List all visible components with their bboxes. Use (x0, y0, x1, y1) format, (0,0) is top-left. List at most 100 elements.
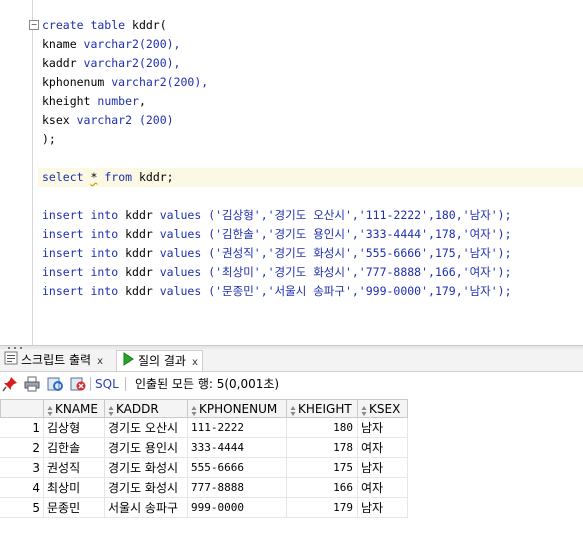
cell-kaddr[interactable]: 경기도 오산시 (105, 418, 188, 438)
pin-icon[interactable] (2, 376, 18, 392)
code-line[interactable]: insert into kddr values ('김한솔','경기도 용인시'… (42, 225, 512, 244)
code-token: kddr; (138, 170, 174, 184)
cell-kphonenum[interactable]: 555-6666 (188, 458, 287, 478)
tab-label: 질의 결과 (138, 354, 186, 368)
script-output-icon (4, 351, 18, 371)
code-line[interactable]: insert into kddr values ('김상형','경기도 오산시'… (42, 206, 512, 225)
cell-kphonenum[interactable]: 111-2222 (188, 418, 287, 438)
code-token: kname (42, 37, 84, 51)
tab-script-output[interactable]: 스크립트 출력 x (0, 350, 107, 370)
fold-toggle-icon[interactable]: − (29, 20, 39, 30)
cell-kname[interactable]: 최상미 (44, 478, 105, 498)
tab-label: 스크립트 출력 (21, 353, 92, 367)
cell-kphonenum[interactable]: 333-4444 (188, 438, 287, 458)
cell-kheight[interactable]: 178 (287, 438, 358, 458)
code-token: kddr (125, 227, 160, 241)
code-token: ksex (42, 113, 77, 127)
column-header-kphonenum[interactable]: KPHONENUM (188, 399, 287, 418)
code-token: select (42, 170, 91, 184)
cell-ksex[interactable]: 여자 (358, 478, 408, 498)
code-line[interactable]: ksex varchar2 (200) (42, 111, 174, 130)
cell-kname[interactable]: 문종민 (44, 498, 105, 518)
cell-ksex[interactable]: 남자 (358, 498, 408, 518)
code-token: varchar2 (111, 75, 167, 89)
code-line[interactable]: insert into kddr values ('최상미','경기도 화성시'… (42, 263, 512, 282)
refresh-icon[interactable] (47, 376, 63, 392)
code-token: create table (42, 18, 133, 32)
row-number: 5 (0, 498, 44, 518)
code-token: insert into (42, 208, 126, 222)
sort-icon (47, 404, 53, 416)
row-number: 2 (0, 438, 44, 458)
row-number: 4 (0, 478, 44, 498)
sql-editor[interactable]: − create table kddr(kname varchar2(200),… (0, 0, 583, 345)
cell-kname[interactable]: 김상형 (44, 418, 105, 438)
code-token: ); (42, 132, 56, 146)
cell-kaddr[interactable]: 서울시 송파구 (105, 498, 188, 518)
code-token: kaddr (42, 56, 84, 70)
code-token: values (159, 265, 209, 279)
column-header-kheight[interactable]: KHEIGHT (287, 399, 358, 418)
cell-kname[interactable]: 김한솔 (44, 438, 105, 458)
code-token: insert into (42, 227, 126, 241)
tab-query-result[interactable]: 질의 결과 x (116, 350, 203, 371)
code-line[interactable]: insert into kddr values ('문종민','서울시 송파구'… (42, 282, 512, 301)
column-label: KPHONENUM (199, 402, 278, 416)
result-toolbar: SQL 인출된 모든 행: 5(0,001초) (0, 372, 583, 396)
code-token: kddr (125, 208, 160, 222)
code-line[interactable]: kaddr varchar2(200), (42, 54, 180, 73)
gutter-divider (32, 0, 33, 345)
row-number: 3 (0, 458, 44, 478)
cell-kheight[interactable]: 180 (287, 418, 358, 438)
cell-ksex[interactable]: 여자 (358, 438, 408, 458)
code-token: varchar2 (83, 56, 139, 70)
code-line[interactable]: select * from kddr; (38, 168, 583, 187)
code-line[interactable]: kname varchar2(200), (42, 35, 180, 54)
column-header-kaddr[interactable]: KADDR (105, 399, 188, 418)
code-token: ('문종민','서울시 송파구','999-0000',179,'남자'); (208, 284, 512, 298)
close-icon[interactable]: x (97, 356, 103, 367)
code-line[interactable]: create table kddr( (42, 16, 167, 35)
column-label: KSEX (369, 402, 401, 416)
cell-kheight[interactable]: 179 (287, 498, 358, 518)
cell-ksex[interactable]: 남자 (358, 458, 408, 478)
code-token: (200), (138, 37, 181, 51)
cell-kaddr[interactable]: 경기도 화성시 (105, 478, 188, 498)
cancel-icon[interactable] (70, 376, 86, 392)
code-token: (200), (138, 56, 181, 70)
result-tabbar: 스크립트 출력 x 질의 결과 x (0, 349, 583, 372)
run-query-icon (121, 351, 135, 372)
code-token: kddr (125, 246, 160, 260)
cell-kphonenum[interactable]: 777-8888 (188, 478, 287, 498)
code-token: (200), (166, 75, 209, 89)
cell-kheight[interactable]: 166 (287, 478, 358, 498)
code-token: insert into (42, 265, 126, 279)
column-header-ksex[interactable]: KSEX (358, 399, 408, 418)
code-token: varchar2 (83, 37, 139, 51)
cell-kname[interactable]: 권성직 (44, 458, 105, 478)
code-line[interactable]: ); (42, 130, 56, 149)
code-line[interactable]: kphonenum varchar2(200), (42, 73, 208, 92)
sort-icon (361, 404, 367, 416)
close-icon[interactable]: x (192, 357, 198, 368)
code-token: , (138, 94, 146, 108)
cell-kheight[interactable]: 175 (287, 458, 358, 478)
cell-kphonenum[interactable]: 999-0000 (188, 498, 287, 518)
column-header-kname[interactable]: KNAME (44, 399, 105, 418)
cell-kaddr[interactable]: 경기도 화성시 (105, 458, 188, 478)
code-line[interactable]: insert into kddr values ('권성직','경기도 화성시'… (42, 244, 512, 263)
code-token: values (159, 208, 209, 222)
sql-button[interactable]: SQL (95, 372, 119, 396)
column-label: KHEIGHT (298, 402, 352, 416)
code-token: ('권성직','경기도 화성시','555-6666',175,'남자'); (208, 246, 512, 260)
code-token: ('김상형','경기도 오산시','111-2222',180,'남자'); (208, 208, 512, 222)
code-token: (200) (138, 113, 174, 127)
code-token: number (97, 94, 139, 108)
code-token: varchar2 (76, 113, 139, 127)
cell-ksex[interactable]: 남자 (358, 418, 408, 438)
column-label: KNAME (55, 402, 98, 416)
code-token: insert into (42, 284, 126, 298)
print-icon[interactable] (24, 376, 40, 392)
code-line[interactable]: kheight number, (42, 92, 146, 111)
cell-kaddr[interactable]: 경기도 용인시 (105, 438, 188, 458)
